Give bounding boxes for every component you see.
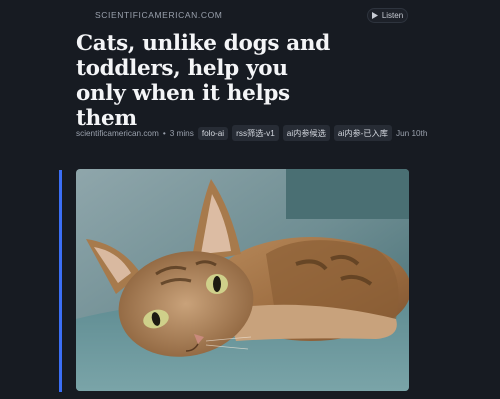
tag-rss-filter[interactable]: rss筛选-v1 <box>232 125 279 141</box>
article-title: Cats, unlike dogs and toddlers, help you… <box>76 31 330 131</box>
meta-read-time: 3 mins <box>169 128 194 138</box>
meta-site[interactable]: scientificamerican.com <box>76 129 159 138</box>
meta-date: Jun 10th <box>395 128 428 138</box>
tag-ai-stored[interactable]: ai内参-已入库 <box>333 125 392 141</box>
listen-label: Listen <box>381 11 404 20</box>
article-meta: scientificamerican.com • 3 mins folo-ai … <box>76 125 427 141</box>
tag-folo-ai[interactable]: folo-ai <box>197 126 229 140</box>
meta-separator: • <box>162 128 166 138</box>
listen-button[interactable]: Listen <box>367 8 408 23</box>
quote-accent-bar <box>59 170 62 392</box>
source-domain[interactable]: SCIENTIFICAMERICAN.COM <box>95 10 222 20</box>
hero-image-cat <box>76 169 409 391</box>
play-icon <box>371 12 378 19</box>
tag-ai-candidate[interactable]: ai内参候选 <box>282 125 330 141</box>
